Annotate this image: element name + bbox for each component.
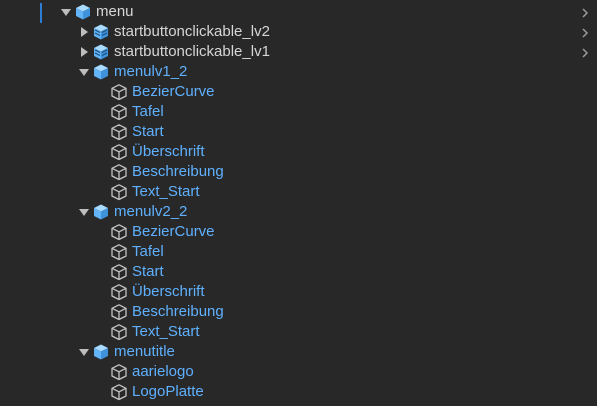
open-prefab-chevron-right-icon[interactable] — [579, 6, 591, 18]
open-prefab-chevron-right-icon[interactable] — [579, 46, 591, 58]
hierarchy-item-label: Überschrift — [132, 143, 205, 160]
prefab-variant-icon — [92, 23, 110, 41]
hierarchy-row[interactable]: Text_Start — [0, 182, 597, 202]
hierarchy-row[interactable]: BezierCurve — [0, 82, 597, 102]
gameobject-cube-icon — [110, 223, 128, 241]
toggle-spacer — [96, 126, 108, 138]
gameobject-cube-icon — [110, 123, 128, 141]
hierarchy-row[interactable]: menulv1_2 — [0, 62, 597, 82]
toggle-spacer — [96, 146, 108, 158]
hierarchy-row[interactable]: BezierCurve — [0, 222, 597, 242]
hierarchy-item-label: BezierCurve — [132, 223, 215, 240]
hierarchy-item-label: menulv2_2 — [114, 203, 188, 220]
hierarchy-item-label: Tafel — [132, 243, 164, 260]
gameobject-cube-icon — [110, 83, 128, 101]
toggle-spacer — [96, 286, 108, 298]
expand-arrow-down-icon[interactable] — [78, 66, 90, 78]
hierarchy-item-label: menu — [96, 3, 134, 20]
gameobject-cube-icon — [110, 143, 128, 161]
hierarchy-row[interactable]: Start — [0, 122, 597, 142]
gameobject-cube-icon — [110, 183, 128, 201]
gameobject-cube-icon — [110, 383, 128, 401]
expand-arrow-right-icon[interactable] — [78, 46, 90, 58]
hierarchy-row[interactable]: LogoPlatte — [0, 382, 597, 402]
hierarchy-item-label: Start — [132, 263, 164, 280]
expand-arrow-right-icon[interactable] — [78, 26, 90, 38]
prefab-cube-icon — [92, 63, 110, 81]
hierarchy-row[interactable]: Beschreibung — [0, 162, 597, 182]
hierarchy-row[interactable]: Tafel — [0, 102, 597, 122]
hierarchy-item-label: Text_Start — [132, 183, 200, 200]
hierarchy-row[interactable]: Start — [0, 262, 597, 282]
toggle-spacer — [96, 106, 108, 118]
hierarchy-item-label: Überschrift — [132, 283, 205, 300]
expand-arrow-down-icon[interactable] — [78, 346, 90, 358]
toggle-spacer — [96, 186, 108, 198]
gameobject-cube-icon — [110, 103, 128, 121]
toggle-spacer — [96, 326, 108, 338]
hierarchy-panel: menu startbuttonclickable_lv2 startbuttonc… — [0, 0, 597, 406]
hierarchy-item-label: BezierCurve — [132, 83, 215, 100]
prefab-cube-icon — [92, 343, 110, 361]
hierarchy-item-label: Beschreibung — [132, 303, 224, 320]
hierarchy-item-label: menulv1_2 — [114, 63, 188, 80]
hierarchy-row[interactable]: Text_Start — [0, 322, 597, 342]
gameobject-cube-icon — [110, 283, 128, 301]
hierarchy-item-label: startbuttonclickable_lv1 — [114, 43, 270, 60]
gameobject-cube-icon — [110, 263, 128, 281]
hierarchy-item-label: Start — [132, 123, 164, 140]
toggle-spacer — [96, 86, 108, 98]
toggle-spacer — [96, 366, 108, 378]
prefab-cube-icon — [74, 3, 92, 21]
toggle-spacer — [96, 226, 108, 238]
toggle-spacer — [96, 266, 108, 278]
hierarchy-row[interactable]: menutitle — [0, 342, 597, 362]
hierarchy-row[interactable]: startbuttonclickable_lv1 — [0, 42, 597, 62]
hierarchy-row[interactable]: aarielogo — [0, 362, 597, 382]
gameobject-cube-icon — [110, 323, 128, 341]
hierarchy-item-label: LogoPlatte — [132, 383, 204, 400]
expand-arrow-down-icon[interactable] — [60, 6, 72, 18]
toggle-spacer — [96, 246, 108, 258]
gameobject-cube-icon — [110, 163, 128, 181]
hierarchy-row[interactable]: Überschrift — [0, 142, 597, 162]
gameobject-cube-icon — [110, 363, 128, 381]
hierarchy-row[interactable]: Beschreibung — [0, 302, 597, 322]
toggle-spacer — [96, 306, 108, 318]
gameobject-cube-icon — [110, 243, 128, 261]
hierarchy-row[interactable]: menu — [0, 2, 597, 22]
hierarchy-item-label: menutitle — [114, 343, 175, 360]
hierarchy-row[interactable]: Tafel — [0, 242, 597, 262]
hierarchy-row[interactable]: startbuttonclickable_lv2 — [0, 22, 597, 42]
toggle-spacer — [96, 166, 108, 178]
hierarchy-item-label: Tafel — [132, 103, 164, 120]
hierarchy-item-label: aarielogo — [132, 363, 194, 380]
toggle-spacer — [96, 386, 108, 398]
open-prefab-chevron-right-icon[interactable] — [579, 26, 591, 38]
hierarchy-row[interactable]: Überschrift — [0, 282, 597, 302]
hierarchy-row[interactable]: menulv2_2 — [0, 202, 597, 222]
expand-arrow-down-icon[interactable] — [78, 206, 90, 218]
hierarchy-item-label: Beschreibung — [132, 163, 224, 180]
prefab-cube-icon — [92, 203, 110, 221]
hierarchy-item-label: startbuttonclickable_lv2 — [114, 23, 270, 40]
gameobject-cube-icon — [110, 303, 128, 321]
hierarchy-item-label: Text_Start — [132, 323, 200, 340]
prefab-variant-icon — [92, 43, 110, 61]
